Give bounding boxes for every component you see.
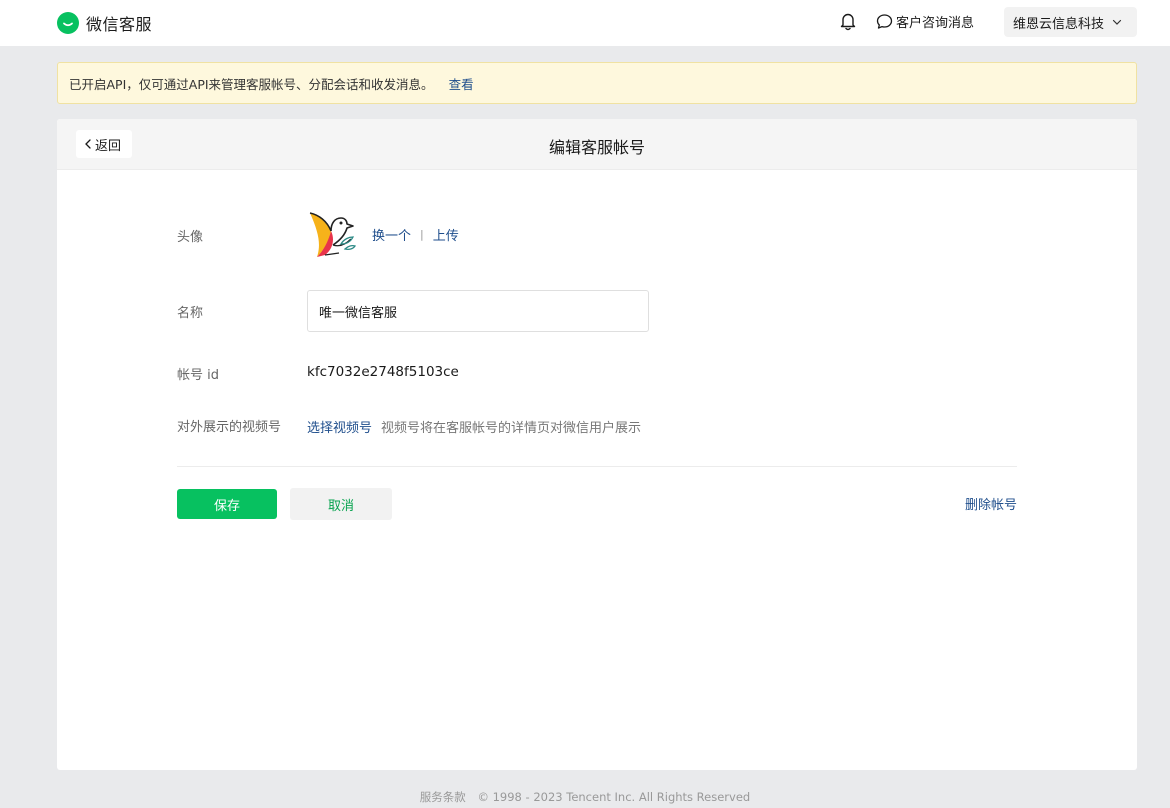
company-switcher[interactable]: 维恩云信息科技 [1004, 7, 1137, 37]
copyright: © 1998 - 2023 Tencent Inc. All Rights Re… [477, 790, 751, 804]
delete-account-link[interactable]: 删除帐号 [965, 494, 1017, 513]
divider [177, 466, 1017, 467]
footer: 服务条款 © 1998 - 2023 Tencent Inc. All Righ… [0, 789, 1170, 805]
bird-avatar [309, 212, 357, 257]
card-header: 返回 编辑客服帐号 [57, 119, 1137, 170]
api-notice-banner: 已开启API，仅可通过API来管理客服帐号、分配会话和收发消息。 查看 [57, 62, 1137, 104]
avatar-label: 头像 [177, 230, 204, 245]
brand-title: 微信客服 [86, 15, 153, 34]
brand[interactable]: 微信客服 [57, 11, 152, 35]
video-channel-row: 选择视频号 视频号将在客服帐号的详情页对微信用户展示 [307, 417, 641, 436]
account-id-value: kfc7032e2748f5103ce [307, 364, 459, 380]
save-button[interactable]: 保存 [177, 489, 277, 519]
edit-account-card: 返回 编辑客服帐号 头像 换一个 | 上传 名称 帐号 id kfc7032e2… [57, 119, 1137, 770]
customer-messages-label: 客户咨询消息 [896, 16, 975, 31]
notice-view-link[interactable]: 查看 [449, 74, 474, 93]
chat-bubble-icon [876, 14, 893, 29]
terms-link[interactable]: 服务条款 [420, 790, 466, 804]
separator: | [420, 228, 424, 241]
page-title: 编辑客服帐号 [548, 138, 645, 157]
change-avatar-link[interactable]: 换一个 [372, 225, 411, 244]
notice-text: 已开启API，仅可通过API来管理客服帐号、分配会话和收发消息。 [69, 76, 434, 92]
customer-messages-button[interactable]: 客户咨询消息 [876, 12, 974, 31]
video-channel-hint: 视频号将在客服帐号的详情页对微信用户展示 [381, 421, 642, 436]
bell-icon[interactable] [839, 11, 857, 31]
company-name: 维恩云信息科技 [1013, 16, 1105, 32]
avatar-actions: 换一个 | 上传 [372, 225, 459, 244]
cancel-button[interactable]: 取消 [290, 488, 392, 520]
select-video-channel-link[interactable]: 选择视频号 [307, 417, 372, 436]
top-bar: 微信客服 客户咨询消息 维恩云信息科技 [0, 0, 1170, 46]
account-id-label: 帐号 id [177, 368, 219, 383]
upload-avatar-link[interactable]: 上传 [433, 225, 459, 244]
video-channel-label: 对外展示的视频号 [177, 420, 282, 435]
wechat-kf-logo-icon [57, 12, 79, 34]
name-input[interactable] [307, 290, 649, 332]
chevron-down-icon [1112, 19, 1122, 25]
name-label: 名称 [177, 306, 204, 321]
